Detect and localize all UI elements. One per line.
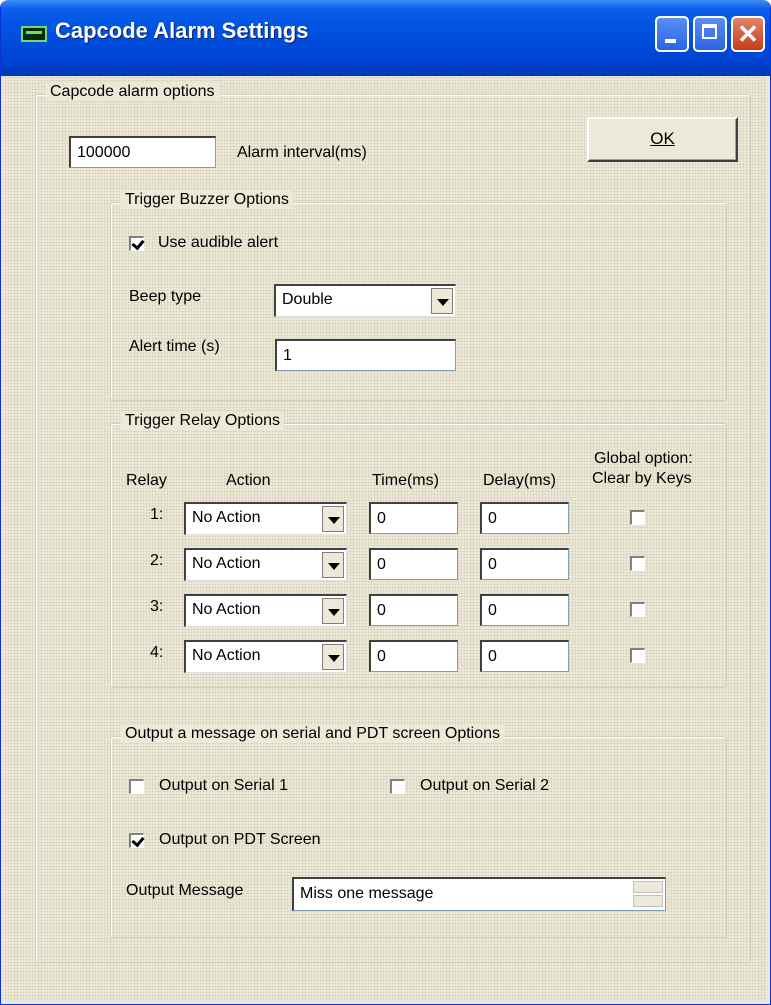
output-message-options-legend: Output a message on serial and PDT scree… [121,725,505,743]
app-icon [21,26,47,42]
relay-row-number: 4: [150,644,164,661]
relay-action-value: No Action [192,509,261,526]
relay-action-value: No Action [192,601,261,618]
ok-button[interactable]: OK [587,117,738,162]
relay-action-value: No Action [192,647,261,664]
global-option-header-line2: Clear by Keys [592,470,692,487]
relay-delay-input[interactable] [480,548,569,580]
title-bar[interactable]: Capcode Alarm Settings ✕ [1,0,770,76]
alarm-interval-input[interactable] [69,136,216,168]
chevron-down-icon[interactable] [322,552,344,578]
use-audible-alert-checkbox[interactable] [129,236,144,251]
relay-delay-input[interactable] [480,594,569,626]
relay-time-input[interactable] [369,594,458,626]
minimize-button[interactable] [655,16,689,52]
spin-up-icon[interactable] [633,881,663,893]
dialog-client-area: Capcode alarm options Alarm interval(ms)… [4,76,767,1001]
chevron-down-icon[interactable] [431,288,453,314]
relay-action-select[interactable]: No Action [184,502,347,535]
relay-action-select[interactable]: No Action [184,640,347,673]
output-message-input[interactable]: Miss one message [292,877,666,911]
output-message-value: Miss one message [300,885,434,902]
relay-row-number: 2: [150,552,164,569]
action-column-header: Action [226,472,271,489]
trigger-buzzer-options-legend: Trigger Buzzer Options [121,191,293,209]
alert-time-label: Alert time (s) [129,338,220,355]
output-serial-1-checkbox[interactable] [129,779,144,794]
delay-column-header: Delay(ms) [483,472,556,489]
chevron-down-icon[interactable] [322,506,344,532]
global-option-header-line1: Global option: [594,450,693,467]
time-column-header: Time(ms) [372,472,439,489]
output-message-label: Output Message [126,882,244,899]
relay-clear-by-keys-checkbox[interactable] [630,510,645,525]
beep-type-value: Double [282,291,333,308]
relay-time-input[interactable] [369,640,458,672]
relay-delay-input[interactable] [480,502,569,534]
relay-row-number: 1: [150,506,164,523]
chevron-down-icon[interactable] [322,644,344,670]
relay-time-input[interactable] [369,502,458,534]
capcode-alarm-options-legend: Capcode alarm options [46,83,219,101]
output-pdt-screen-label[interactable]: Output on PDT Screen [159,831,321,849]
trigger-relay-options-legend: Trigger Relay Options [121,412,285,430]
use-audible-alert-label[interactable]: Use audible alert [158,234,278,252]
output-serial-2-checkbox[interactable] [390,779,405,794]
output-serial-1-label[interactable]: Output on Serial 1 [159,777,288,795]
alert-time-input[interactable] [275,339,456,371]
relay-clear-by-keys-checkbox[interactable] [630,648,645,663]
relay-clear-by-keys-checkbox[interactable] [630,602,645,617]
relay-action-value: No Action [192,555,261,572]
output-pdt-screen-checkbox[interactable] [129,833,144,848]
relay-row-number: 3: [150,598,164,615]
alarm-interval-label: Alarm interval(ms) [237,144,367,161]
close-icon: ✕ [737,19,759,49]
maximize-button[interactable] [693,16,727,52]
relay-clear-by-keys-checkbox[interactable] [630,556,645,571]
output-serial-2-label[interactable]: Output on Serial 2 [420,777,549,795]
close-button[interactable]: ✕ [731,16,765,52]
beep-type-label: Beep type [129,288,202,305]
relay-column-header: Relay [126,472,167,489]
chevron-down-icon[interactable] [322,598,344,624]
relay-time-input[interactable] [369,548,458,580]
capcode-alarm-settings-window: Capcode Alarm Settings ✕ Capcode alarm o… [0,0,771,1005]
ok-button-label: OK [650,129,675,148]
relay-action-select[interactable]: No Action [184,548,347,581]
relay-action-select[interactable]: No Action [184,594,347,627]
window-title: Capcode Alarm Settings [55,18,309,43]
relay-delay-input[interactable] [480,640,569,672]
beep-type-select[interactable]: Double [274,284,456,317]
spin-down-icon[interactable] [633,895,663,907]
